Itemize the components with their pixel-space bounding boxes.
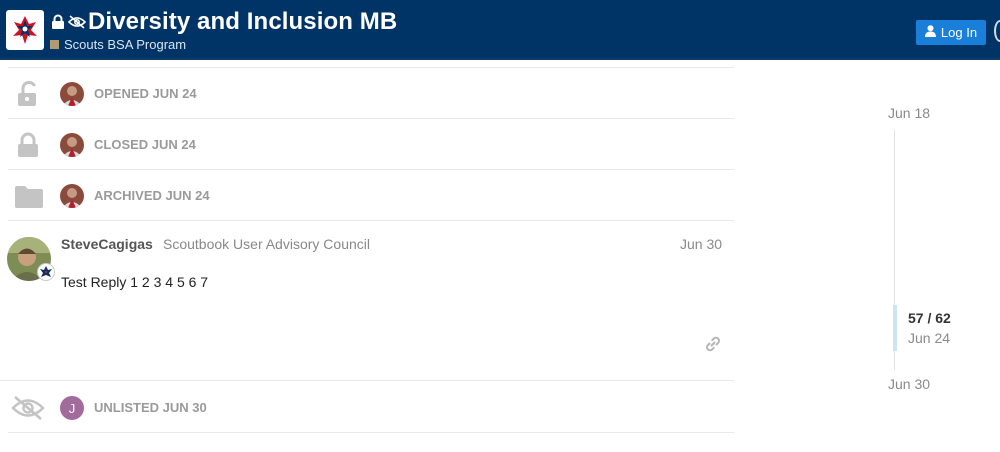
lock-open-icon — [14, 80, 42, 108]
site-header: Diversity and Inclusion MB Scouts BSA Pr… — [0, 0, 1000, 60]
post: SteveCagigas Scoutbook User Advisory Cou… — [0, 223, 734, 381]
avatar[interactable] — [60, 184, 84, 208]
lock-icon — [51, 14, 65, 35]
login-label: Log In — [940, 25, 978, 40]
login-button[interactable]: Log In — [916, 20, 986, 45]
timeline-end-date[interactable]: Jun 30 — [888, 376, 930, 392]
avatar[interactable] — [60, 133, 84, 157]
user-icon — [924, 25, 936, 40]
post-date[interactable]: Jun 30 — [680, 236, 722, 252]
action-text: Opened Jun 24 — [94, 86, 197, 101]
link-icon[interactable] — [704, 335, 722, 358]
folder-icon — [14, 182, 43, 210]
post-username[interactable]: SteveCagigas — [61, 236, 153, 252]
small-action-unlisted: J Unlisted Jun 30 — [8, 382, 734, 433]
category-label: Scouts BSA Program — [64, 37, 187, 52]
avatar-letter: J — [68, 400, 76, 416]
action-text: Archived Jun 24 — [94, 188, 210, 203]
site-logo[interactable] — [6, 10, 44, 50]
timeline-current-date: Jun 24 — [908, 330, 951, 346]
post-user-title: Scoutbook User Advisory Council — [163, 236, 370, 252]
avatar[interactable] — [60, 82, 84, 106]
avatar[interactable]: J — [60, 396, 84, 420]
small-action-opened: Opened Jun 24 — [8, 68, 734, 119]
eye-slash-icon — [10, 394, 46, 422]
category-badge — [50, 40, 59, 49]
user-flair-badge — [37, 263, 55, 281]
eye-slash-icon — [67, 15, 87, 34]
post-body: Test Reply 1 2 3 4 5 6 7 — [61, 274, 209, 290]
action-text: Unlisted Jun 30 — [94, 400, 207, 415]
small-action-archived: Archived Jun 24 — [8, 170, 734, 221]
timeline-scroller-handle[interactable] — [893, 305, 897, 351]
timeline-start-date[interactable]: Jun 18 — [888, 105, 930, 121]
topic-title[interactable]: Diversity and Inclusion MB — [88, 8, 397, 36]
timeline-position: 57 / 62 — [908, 310, 951, 326]
small-action-closed: Closed Jun 24 — [8, 119, 734, 170]
lock-icon — [14, 131, 42, 159]
action-text: Closed Jun 24 — [94, 137, 196, 152]
search-icon[interactable] — [994, 20, 1000, 42]
category-link[interactable]: Scouts BSA Program — [50, 37, 186, 52]
